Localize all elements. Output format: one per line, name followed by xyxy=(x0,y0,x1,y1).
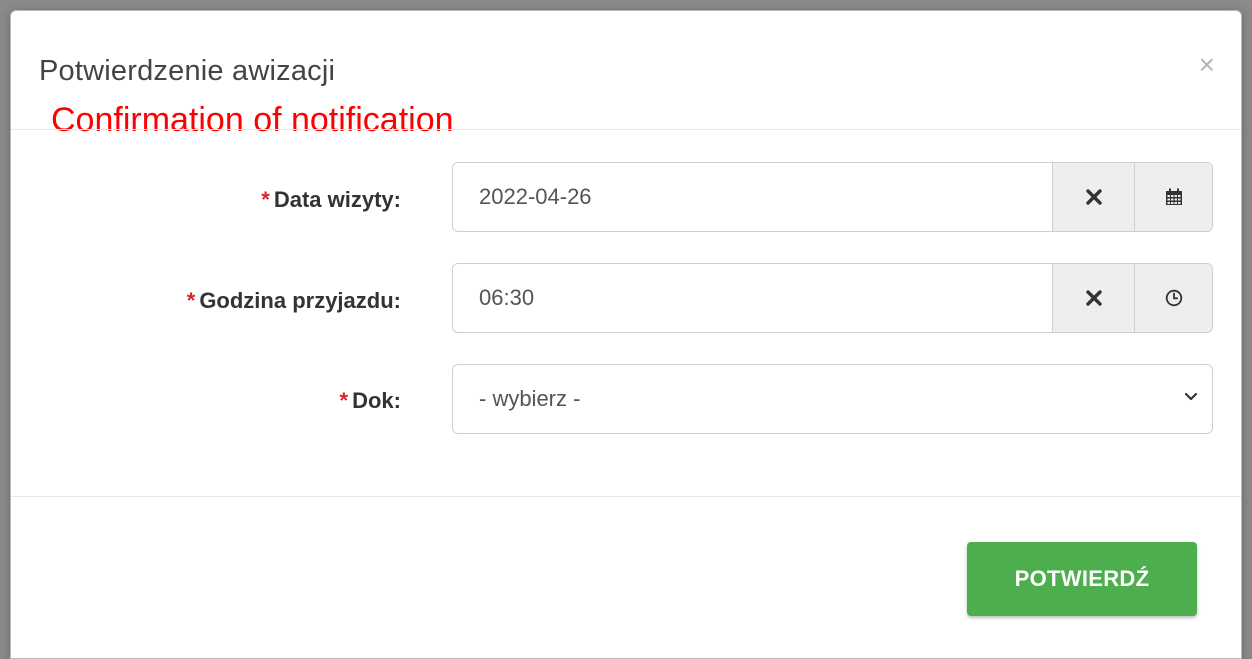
clock-icon xyxy=(1165,289,1182,307)
x-mark-icon xyxy=(1085,290,1102,306)
x-mark-icon xyxy=(1085,189,1102,205)
arrival-time-clock-button[interactable] xyxy=(1134,264,1212,332)
dock-label: * Dok: xyxy=(11,388,401,414)
header-divider xyxy=(11,129,1241,130)
required-mark: * xyxy=(339,388,349,413)
visit-date-label-text: Data wizyty: xyxy=(273,187,401,212)
close-button[interactable]: × xyxy=(1199,51,1215,79)
dock-select-value: - wybierz - xyxy=(479,386,581,411)
dialog-title: Potwierdzenie awizacji xyxy=(39,55,336,87)
calendar-icon xyxy=(1165,188,1182,205)
visit-date-calendar-button[interactable] xyxy=(1134,163,1212,231)
visit-date-label: * Data wizyty: xyxy=(11,187,401,213)
visit-date-clear-button[interactable] xyxy=(1052,163,1134,231)
arrival-time-label: * Godzina przyjazdu: xyxy=(11,288,401,314)
confirmation-dialog: Potwierdzenie awizacji Confirmation of n… xyxy=(10,10,1242,659)
required-mark: * xyxy=(186,288,196,313)
arrival-time-input[interactable]: 06:30 xyxy=(453,264,1052,332)
visit-date-group: 2022-04-26 xyxy=(452,162,1213,232)
dock-select[interactable]: - wybierz - xyxy=(452,364,1213,434)
confirm-button[interactable]: POTWIERDŹ xyxy=(967,542,1197,616)
footer-divider xyxy=(11,496,1241,497)
arrival-time-group: 06:30 xyxy=(452,263,1213,333)
chevron-down-icon xyxy=(1184,392,1198,401)
visit-date-input[interactable]: 2022-04-26 xyxy=(453,163,1052,231)
dock-label-text: Dok: xyxy=(352,388,401,413)
dialog-subtitle-annotation: Confirmation of notification xyxy=(51,101,454,139)
required-mark: * xyxy=(261,187,270,212)
arrival-time-clear-button[interactable] xyxy=(1052,264,1134,332)
arrival-time-label-text: Godzina przyjazdu: xyxy=(199,288,401,313)
